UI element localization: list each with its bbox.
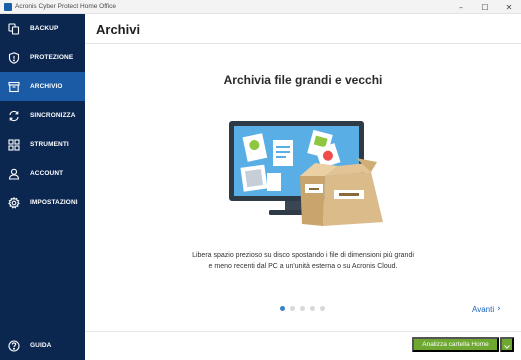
scan-home-folder-button[interactable]: Analizza cartella Home bbox=[412, 337, 499, 352]
page-header: Archivi bbox=[85, 14, 521, 44]
page-title: Archivi bbox=[96, 22, 141, 37]
gear-icon bbox=[8, 196, 20, 209]
description-line-1: Libera spazio prezioso su disco spostand… bbox=[192, 252, 414, 259]
archive-illustration bbox=[225, 118, 390, 228]
pagination-dots bbox=[280, 306, 330, 311]
onboarding-title: Archivia file grandi e vecchi bbox=[223, 73, 383, 87]
sync-icon bbox=[8, 110, 20, 122]
minimize-button[interactable]: – bbox=[449, 0, 473, 14]
user-icon bbox=[8, 168, 20, 180]
app-logo-icon bbox=[4, 3, 12, 11]
window-titlebar: Acronis Cyber Protect Home Office – ☐ ✕ bbox=[0, 0, 521, 14]
chevron-down-icon bbox=[504, 337, 510, 352]
backup-icon bbox=[8, 22, 20, 35]
chevron-right-icon: › bbox=[497, 304, 501, 314]
sidebar-item-label: ARCHIVIO bbox=[30, 82, 63, 90]
sidebar: BACKUP PROTEZIONE ARCHIVIO SINCRONIZZA S… bbox=[0, 14, 85, 360]
close-button[interactable]: ✕ bbox=[497, 0, 521, 14]
tools-grid-icon bbox=[8, 138, 20, 151]
sidebar-item-sincronizza[interactable]: SINCRONIZZA bbox=[0, 101, 85, 130]
shield-icon bbox=[8, 51, 20, 64]
help-icon bbox=[8, 339, 20, 352]
maximize-button[interactable]: ☐ bbox=[473, 0, 497, 14]
sidebar-item-archivio[interactable]: ARCHIVIO bbox=[0, 72, 85, 101]
scan-options-dropdown-button[interactable] bbox=[500, 337, 514, 352]
pagination-dot-2[interactable] bbox=[290, 306, 295, 311]
sidebar-item-strumenti[interactable]: STRUMENTI bbox=[0, 130, 85, 159]
sidebar-item-label: SINCRONIZZA bbox=[30, 111, 76, 119]
footer-divider bbox=[85, 331, 521, 332]
pagination-dot-1[interactable] bbox=[280, 306, 285, 311]
pagination-dot-5[interactable] bbox=[320, 306, 325, 311]
sidebar-item-account[interactable]: ACCOUNT bbox=[0, 159, 85, 188]
pagination-dot-3[interactable] bbox=[300, 306, 305, 311]
pagination-dot-4[interactable] bbox=[310, 306, 315, 311]
sidebar-item-impostazioni[interactable]: IMPOSTAZIONI bbox=[0, 188, 85, 217]
window-title: Acronis Cyber Protect Home Office bbox=[15, 3, 117, 10]
sidebar-item-guida[interactable]: GUIDA bbox=[0, 331, 85, 360]
sidebar-item-label: STRUMENTI bbox=[30, 140, 69, 148]
sidebar-item-protezione[interactable]: PROTEZIONE bbox=[0, 43, 85, 72]
archive-box-icon bbox=[8, 81, 20, 93]
description-line-2: e meno recenti dal PC a un'unità esterna… bbox=[208, 263, 398, 270]
sidebar-item-label: ACCOUNT bbox=[30, 169, 64, 177]
next-label: Avanti bbox=[472, 304, 495, 314]
sidebar-item-label: PROTEZIONE bbox=[30, 53, 74, 61]
window-controls: – ☐ ✕ bbox=[449, 0, 521, 14]
sidebar-item-backup[interactable]: BACKUP bbox=[0, 14, 85, 43]
sidebar-item-label: BACKUP bbox=[30, 24, 59, 32]
sidebar-item-label: GUIDA bbox=[30, 341, 52, 349]
onboarding-description: Libera spazio prezioso su disco spostand… bbox=[160, 250, 446, 272]
next-link[interactable]: Avanti › bbox=[472, 304, 501, 314]
sidebar-item-label: IMPOSTAZIONI bbox=[30, 198, 78, 206]
